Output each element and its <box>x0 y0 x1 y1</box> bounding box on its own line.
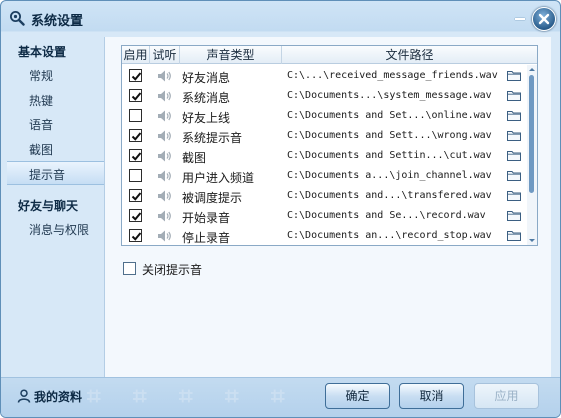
enable-checkbox[interactable] <box>129 169 142 182</box>
table-header: 启用 试听 声音类型 文件路径 <box>122 46 537 64</box>
speaker-icon[interactable] <box>157 149 173 163</box>
column-header-enabled[interactable]: 启用 <box>122 46 150 64</box>
sound-type-label: 系统提示音 <box>182 131 243 145</box>
table-row[interactable]: 好友消息 C:\...\received_message_friends.wav <box>122 66 527 86</box>
sound-type-label: 被调度提示 <box>182 191 243 205</box>
magnifier-gear-icon <box>10 11 25 26</box>
folder-icon[interactable] <box>507 150 521 161</box>
bottom-bar: ⌗ ⌗ ⌗ ⌗ ⌗ ⌗ 我的资料 确定 取消 应用 <box>1 377 560 417</box>
sound-type-label: 好友消息 <box>182 71 231 85</box>
sidebar-item-voice[interactable]: 语音 <box>29 116 53 133</box>
speaker-icon[interactable] <box>157 129 173 143</box>
enable-checkbox[interactable] <box>129 209 142 222</box>
speaker-icon[interactable] <box>157 89 173 103</box>
my-profile-label: 我的资料 <box>34 390 83 404</box>
folder-icon[interactable] <box>507 90 521 101</box>
watermark-pattern: ⌗ <box>133 382 147 410</box>
ok-button[interactable]: 确定 <box>325 383 390 409</box>
speaker-icon[interactable] <box>157 169 173 183</box>
sound-table: 启用 试听 声音类型 文件路径 好友消息 C:\...\received_mess… <box>121 45 538 246</box>
enable-checkbox[interactable] <box>129 149 142 162</box>
watermark-pattern: ⌗ <box>87 382 101 410</box>
table-row[interactable]: 停止录音 C:\Documents an...\record_stop.wav <box>122 226 527 245</box>
file-path-label: C:\Documents...\system_message.wav <box>287 90 492 101</box>
sidebar-heading-friends-chat: 好友与聊天 <box>18 199 79 213</box>
sound-type-label: 好友上线 <box>182 111 231 125</box>
close-button[interactable] <box>532 7 556 31</box>
file-path-label: C:\Documents and Sett...\wrong.wav <box>287 130 492 141</box>
watermark-pattern: ⌗ <box>225 382 239 410</box>
table-row[interactable]: 开始录音 C:\Documents and Se...\record.wav <box>122 206 527 226</box>
watermark-pattern: ⌗ <box>271 382 285 410</box>
speaker-icon[interactable] <box>157 229 173 243</box>
speaker-icon[interactable] <box>157 69 173 83</box>
sound-type-label: 截图 <box>182 151 207 165</box>
mute-label: 关闭提示音 <box>142 263 203 277</box>
folder-icon[interactable] <box>507 70 521 81</box>
table-row[interactable]: 好友上线 C:\Documents and Set...\online.wav <box>122 106 527 126</box>
sidebar-heading-basic: 基本设置 <box>18 45 67 59</box>
watermark-pattern: ⌗ <box>179 382 193 410</box>
enable-checkbox[interactable] <box>129 129 142 142</box>
folder-icon[interactable] <box>507 210 521 221</box>
file-path-label: C:\Documents and...\transfered.wav <box>287 190 492 201</box>
close-x-icon <box>538 13 550 25</box>
minimize-icon <box>515 18 525 20</box>
sidebar-item-hotkeys[interactable]: 热键 <box>29 92 53 109</box>
sound-type-label: 停止录音 <box>182 231 231 245</box>
enable-checkbox[interactable] <box>129 189 142 202</box>
title-bar[interactable]: 系统设置 <box>1 1 560 35</box>
sound-type-label: 用户进入频道 <box>182 171 255 185</box>
column-header-preview[interactable]: 试听 <box>150 46 180 64</box>
sidebar-item-notification-sound[interactable]: 提示音 <box>7 161 105 185</box>
folder-icon[interactable] <box>507 170 521 181</box>
sidebar-item-general[interactable]: 常规 <box>29 67 53 84</box>
sound-type-label: 开始录音 <box>182 211 231 225</box>
enable-checkbox[interactable] <box>129 229 142 242</box>
column-header-sound-type[interactable]: 声音类型 <box>180 46 282 64</box>
file-path-label: C:\Documents and Se...\record.wav <box>287 210 486 221</box>
enable-checkbox[interactable] <box>129 69 142 82</box>
table-row[interactable]: 用户进入频道 C:\Documents a...\join_channel.wav <box>122 166 527 186</box>
folder-icon[interactable] <box>507 110 521 121</box>
user-icon <box>17 389 31 403</box>
table-row[interactable]: 系统提示音 C:\Documents and Sett...\wrong.wav <box>122 126 527 146</box>
sidebar-item-screenshot[interactable]: 截图 <box>29 141 53 158</box>
table-row[interactable]: 系统消息 C:\Documents...\system_message.wav <box>122 86 527 106</box>
folder-icon[interactable] <box>507 230 521 241</box>
scroll-up-arrow-icon[interactable] <box>527 65 537 74</box>
table-row[interactable]: 截图 C:\Documents and Settin...\cut.wav <box>122 146 527 166</box>
speaker-icon[interactable] <box>157 189 173 203</box>
notification-sound-panel: 启用 试听 声音类型 文件路径 好友消息 C:\...\received_mess… <box>105 37 551 377</box>
enable-checkbox[interactable] <box>129 109 142 122</box>
apply-button[interactable]: 应用 <box>474 383 539 409</box>
file-path-label: C:\Documents a...\join_channel.wav <box>287 170 492 181</box>
sidebar-item-messages-permissions[interactable]: 消息与权限 <box>29 221 89 238</box>
enable-checkbox[interactable] <box>129 89 142 102</box>
settings-sidebar: 基本设置 常规 热键 语音 截图 提示音 好友与聊天 消息与权限 <box>7 37 105 377</box>
speaker-icon[interactable] <box>157 209 173 223</box>
scrollbar-thumb[interactable] <box>529 75 534 193</box>
settings-window: 系统设置 基本设置 常规 热键 语音 截图 提示音 好友与聊天 消息与权限 启用… <box>0 0 561 418</box>
speaker-icon[interactable] <box>157 109 173 123</box>
scroll-down-arrow-icon[interactable] <box>527 236 537 245</box>
window-title: 系统设置 <box>31 14 84 29</box>
file-path-label: C:\Documents and Set...\online.wav <box>287 110 492 121</box>
file-path-label: C:\Documents and Settin...\cut.wav <box>287 150 492 161</box>
cancel-button[interactable]: 取消 <box>399 383 464 409</box>
minimize-button[interactable] <box>509 11 531 25</box>
file-path-label: C:\...\received_message_friends.wav <box>287 70 498 81</box>
folder-icon[interactable] <box>507 190 521 201</box>
column-header-file-path[interactable]: 文件路径 <box>282 46 537 64</box>
folder-icon[interactable] <box>507 130 521 141</box>
mute-checkbox[interactable] <box>123 262 136 275</box>
sound-type-label: 系统消息 <box>182 91 231 105</box>
vertical-scrollbar[interactable] <box>527 65 537 245</box>
file-path-label: C:\Documents an...\record_stop.wav <box>287 230 492 241</box>
table-row[interactable]: 被调度提示 C:\Documents and...\transfered.wav <box>122 186 527 206</box>
